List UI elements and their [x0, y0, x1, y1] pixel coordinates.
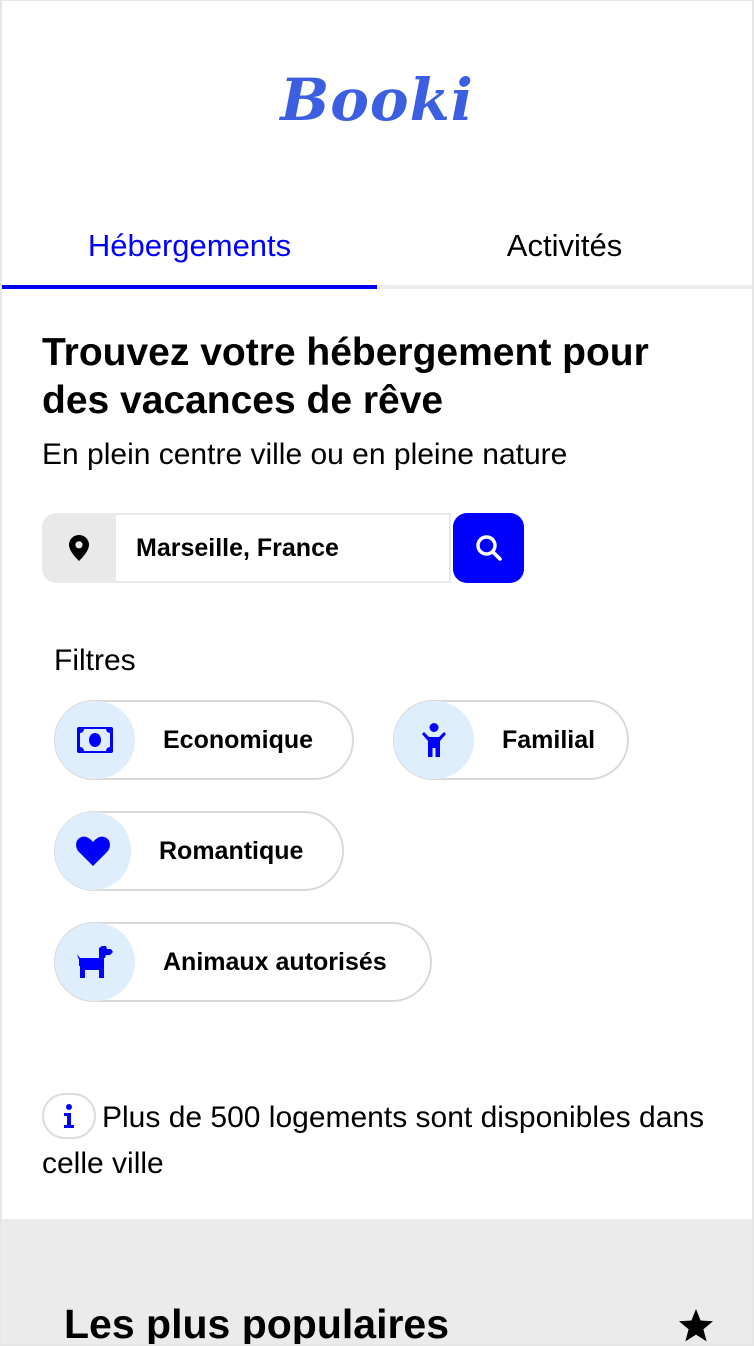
chip-label: Animaux autorisés	[163, 947, 387, 976]
chip-icon-bg	[55, 701, 135, 779]
child-icon	[422, 723, 446, 757]
heart-icon	[76, 836, 110, 866]
page-title: Trouvez votre hébergement pour des vacan…	[42, 331, 649, 422]
search-button[interactable]	[453, 513, 524, 583]
tab-bar: Hébergements Activités	[2, 207, 752, 289]
map-pin-icon	[69, 535, 89, 561]
header: Booki	[2, 1, 752, 201]
filter-animaux[interactable]: Animaux autorisés	[54, 922, 432, 1002]
search-bar	[42, 513, 524, 583]
chip-label: Economique	[163, 725, 314, 754]
filter-economique[interactable]: Economique	[54, 700, 354, 780]
booki-logo[interactable]: Booki	[280, 66, 474, 134]
search-input[interactable]	[116, 513, 451, 583]
availability-info: Plus de 500 logements sont disponibles d…	[42, 1093, 722, 1187]
chip-icon-bg	[394, 701, 474, 779]
dog-icon	[77, 946, 113, 978]
tab-hebergements[interactable]: Hébergements	[2, 207, 377, 289]
chip-label: Romantique	[159, 836, 304, 865]
location-icon-box	[42, 513, 116, 583]
chip-label: Familial	[502, 725, 596, 754]
filters-label: Filtres	[54, 644, 136, 677]
info-text: Plus de 500 logements sont disponibles d…	[42, 1101, 705, 1180]
chip-icon-bg	[55, 812, 131, 890]
popular-section: Les plus populaires	[2, 1219, 752, 1346]
info-icon-badge	[42, 1093, 96, 1140]
star-icon	[679, 1309, 713, 1342]
search-icon	[475, 535, 502, 561]
info-icon	[64, 1104, 74, 1129]
page-subtitle: En plein centre ville ou en pleine natur…	[42, 438, 568, 471]
money-bill-icon	[77, 727, 113, 753]
page: Booki Hébergements Activités Trouvez vot…	[0, 0, 754, 1346]
tab-activites[interactable]: Activités	[377, 207, 752, 285]
chip-icon-bg	[55, 923, 135, 1001]
filter-familial[interactable]: Familial	[393, 700, 629, 780]
filter-romantique[interactable]: Romantique	[54, 811, 344, 891]
popular-title: Les plus populaires	[64, 1301, 450, 1346]
